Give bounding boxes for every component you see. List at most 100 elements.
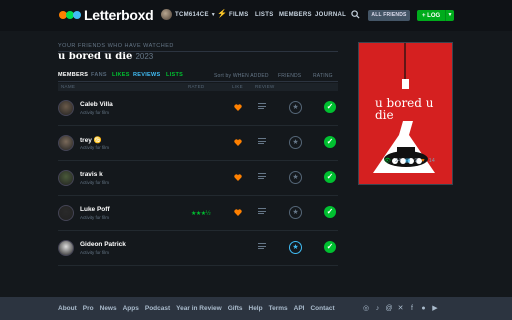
star-icon[interactable]: ★: [289, 241, 302, 254]
film-stats: 👁 24 ▦ 9 ♥ 14: [384, 158, 439, 164]
watched-check-icon: ✓: [324, 101, 336, 113]
tab-members[interactable]: MEMBERS: [58, 72, 88, 78]
film-year: 2023: [135, 52, 154, 61]
film-title-text: u bored u die: [58, 51, 133, 62]
watched-count[interactable]: 24: [395, 158, 401, 164]
member-row: Gideon Patrick Activity for film ★ ✓: [58, 231, 338, 266]
member-avatar[interactable]: [58, 135, 74, 151]
lists-icon: ▦: [405, 158, 411, 164]
member-activity-link[interactable]: Activity for film: [80, 110, 109, 115]
footer-link[interactable]: Contact: [310, 305, 334, 312]
search-icon[interactable]: [351, 10, 360, 19]
star-icon[interactable]: ★: [289, 171, 302, 184]
nav-films[interactable]: FILMS: [229, 12, 249, 18]
sort-dropdown[interactable]: Sort by WHEN ADDED: [214, 73, 269, 79]
member-activity-link[interactable]: Activity for film: [80, 180, 109, 185]
facebook-icon[interactable]: f: [408, 305, 416, 313]
all-friends-button[interactable]: ALL FRIENDS: [368, 10, 410, 21]
threads-icon[interactable]: @: [385, 305, 393, 313]
nav-journal[interactable]: JOURNAL: [315, 12, 346, 18]
member-name[interactable]: trey ♋: [80, 136, 102, 144]
member-rating: ★★★½: [191, 211, 211, 217]
review-icon[interactable]: [258, 138, 266, 145]
watched-check-icon: ✓: [324, 171, 336, 183]
watched-check-icon: ✓: [324, 136, 336, 148]
activity-bolt-icon[interactable]: ⚡: [217, 9, 227, 18]
col-review: REVIEW: [255, 84, 275, 89]
youtube-icon[interactable]: ▶: [431, 305, 439, 313]
footer-link[interactable]: News: [100, 305, 117, 312]
member-name[interactable]: travis k: [80, 171, 103, 178]
site-header: Letterboxd TCM614CE ▼ ⚡ FILMS LISTS MEMB…: [0, 0, 512, 31]
member-avatar[interactable]: [58, 170, 74, 186]
member-name[interactable]: Luke Poff: [80, 206, 110, 213]
footer-link[interactable]: Gifts: [228, 305, 243, 312]
footer-link[interactable]: Help: [249, 305, 263, 312]
col-like: LIKE: [232, 84, 243, 89]
tab-fans[interactable]: FANS: [91, 72, 107, 78]
member-name[interactable]: Caleb Villa: [80, 101, 113, 108]
letterboxd-logo[interactable]: Letterboxd: [59, 7, 154, 23]
tiktok-icon[interactable]: ♪: [374, 305, 382, 313]
footer-link[interactable]: API: [294, 305, 305, 312]
nav-lists[interactable]: LISTS: [255, 12, 274, 18]
member-activity-link[interactable]: Activity for film: [80, 250, 109, 255]
tab-lists[interactable]: LISTS: [166, 72, 183, 78]
instagram-icon[interactable]: ◎: [362, 305, 370, 313]
social-links: ◎ ♪ @ ✕ f ● ▶: [362, 305, 443, 313]
site-footer: About Pro News Apps Podcast Year in Review Gif…: [0, 297, 512, 320]
footer-link[interactable]: Year in Review: [176, 305, 222, 312]
footer-link[interactable]: Terms: [269, 305, 288, 312]
member-row: Caleb Villa Activity for film ★ ✓: [58, 91, 338, 126]
star-icon[interactable]: ★: [289, 206, 302, 219]
tabs-divider: [58, 81, 338, 82]
log-dropdown-icon[interactable]: ▼: [445, 10, 454, 21]
watched-check-icon: ✓: [324, 241, 336, 253]
member-row: trey ♋ Activity for film ★ ✓: [58, 126, 338, 161]
log-button[interactable]: + LOG ▼: [417, 10, 454, 21]
review-icon[interactable]: [258, 173, 266, 180]
star-icon[interactable]: ★: [289, 101, 302, 114]
lists-count[interactable]: 9: [414, 158, 417, 164]
footer-link[interactable]: About: [58, 305, 77, 312]
logo-text: Letterboxd: [84, 7, 154, 23]
member-row: Luke Poff Activity for film ★★★½ ★ ✓: [58, 196, 338, 231]
watched-check-icon: ✓: [324, 206, 336, 218]
col-rated: RATED: [188, 84, 205, 89]
page-kicker: YOUR FRIENDS WHO HAVE WATCHED: [58, 43, 174, 49]
user-menu[interactable]: TCM614CE ▼: [161, 9, 216, 20]
member-avatar[interactable]: [58, 240, 74, 256]
likes-count[interactable]: 14: [429, 158, 435, 164]
chevron-down-icon: ▼: [210, 11, 216, 18]
heart-icon: [234, 104, 242, 111]
col-name: NAME: [61, 84, 76, 89]
footer-link[interactable]: Apps: [123, 305, 139, 312]
logo-dots-icon: [59, 11, 81, 19]
star-icon[interactable]: ★: [289, 136, 302, 149]
member-activity-link[interactable]: Activity for film: [80, 215, 109, 220]
heart-icon: ♥: [421, 158, 425, 164]
column-headers: NAME RATED LIKE REVIEW: [58, 83, 338, 91]
footer-links: About Pro News Apps Podcast Year in Review Gif…: [58, 305, 341, 312]
footer-link[interactable]: Podcast: [145, 305, 170, 312]
review-icon[interactable]: [258, 208, 266, 215]
member-activity-link[interactable]: Activity for film: [80, 145, 109, 150]
user-avatar: [161, 9, 172, 20]
footer-link[interactable]: Pro: [83, 305, 94, 312]
member-row: travis k Activity for film ★ ✓: [58, 161, 338, 196]
film-title[interactable]: u bored u die 2023: [58, 51, 153, 62]
x-icon[interactable]: ✕: [397, 305, 405, 313]
review-icon[interactable]: [258, 243, 266, 250]
eye-icon: 👁: [384, 158, 391, 164]
tab-reviews[interactable]: REVIEWS: [133, 72, 160, 78]
friends-filter-dropdown[interactable]: FRIENDS: [278, 73, 301, 79]
member-name[interactable]: Gideon Patrick: [80, 241, 126, 248]
member-avatar[interactable]: [58, 205, 74, 221]
review-icon[interactable]: [258, 103, 266, 110]
nav-members[interactable]: MEMBERS: [279, 12, 312, 18]
patreon-icon[interactable]: ●: [420, 305, 428, 313]
username: TCM614CE: [175, 11, 209, 18]
tab-likes[interactable]: LIKES: [112, 72, 130, 78]
member-avatar[interactable]: [58, 100, 74, 116]
rating-filter-dropdown[interactable]: RATING: [313, 73, 333, 79]
